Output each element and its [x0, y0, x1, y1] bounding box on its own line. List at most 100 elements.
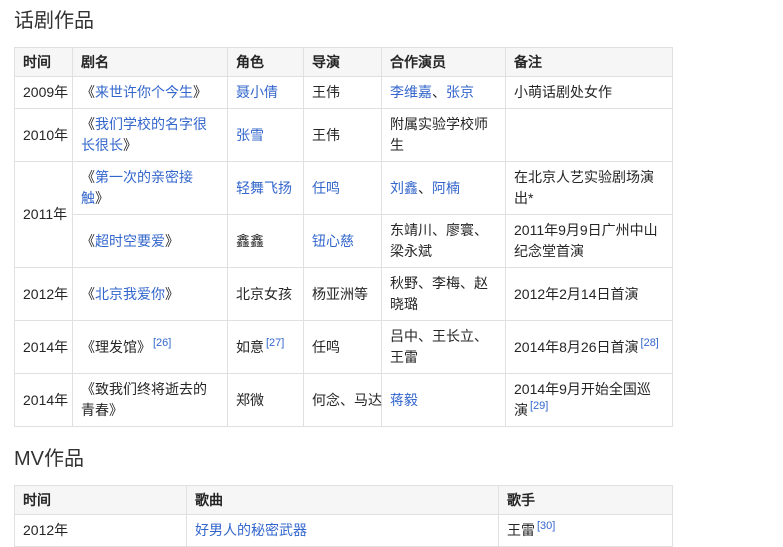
wiki-link[interactable]: 阿楠	[432, 180, 460, 196]
table-cell: 2012年	[15, 515, 187, 547]
table-cell: 东靖川、廖寰、梁永斌	[382, 215, 506, 268]
section-mv-works: MV作品 时间歌曲歌手 2012年 好男人的秘密武器 王雷[30]	[14, 446, 783, 547]
table-cell: 《来世许你个今生》	[73, 77, 228, 109]
column-header: 剧名	[73, 48, 228, 77]
cell-text: 吕中、王长立、王雷	[390, 328, 488, 365]
cell-text: 》	[123, 137, 137, 153]
table-row: 《超时空要爱》鑫鑫钮心慈东靖川、廖寰、梁永斌2011年9月9日广州中山纪念堂首演	[15, 215, 673, 268]
cell-text: 》	[95, 190, 109, 206]
table-cell: 《我们学校的名字很长很长》	[73, 109, 228, 162]
column-header: 导演	[304, 48, 382, 77]
cell-text: 》	[165, 286, 179, 302]
section-heading-mv-works: MV作品	[14, 446, 783, 472]
table-cell: 2010年	[15, 109, 73, 162]
wiki-link[interactable]: 来世许你个今生	[95, 84, 193, 100]
wiki-link[interactable]: 超时空要爱	[95, 233, 165, 249]
cell-text: 2011年9月9日广州中山纪念堂首演	[514, 222, 658, 259]
cell-text: 郑微	[236, 392, 264, 408]
header-row: 时间歌曲歌手	[15, 486, 673, 515]
cell-text: 王雷	[507, 522, 535, 538]
cell-text: 王伟	[312, 127, 340, 143]
cell-text: 2014年	[23, 392, 68, 408]
cell-text: 》	[165, 233, 179, 249]
wiki-link[interactable]: 北京我爱你	[95, 286, 165, 302]
cell-text: 》	[193, 84, 207, 100]
table-cell: 轻舞飞扬	[228, 162, 304, 215]
column-header: 合作演员	[382, 48, 506, 77]
cell-text: 如意	[236, 339, 264, 355]
cell-text: 2012年	[23, 286, 68, 302]
cell-text: 《	[81, 116, 95, 132]
wiki-link[interactable]: 好男人的秘密武器	[195, 522, 307, 538]
cell-text: 《	[81, 169, 95, 185]
cell-text: 、	[432, 84, 446, 100]
cell-text: 2011年	[23, 206, 67, 222]
table-cell: 《超时空要爱》	[73, 215, 228, 268]
ref-link[interactable]: [29]	[530, 400, 548, 412]
column-header: 备注	[506, 48, 673, 77]
table-cell: 王雷[30]	[499, 515, 673, 547]
table-cell: 吕中、王长立、王雷	[382, 321, 506, 374]
wiki-link[interactable]: 张京	[446, 84, 474, 100]
table-cell: 王伟	[304, 77, 382, 109]
wiki-link[interactable]: 钮心慈	[312, 233, 354, 249]
table-cell: 李维嘉、张京	[382, 77, 506, 109]
wiki-link[interactable]: 我们学校的名字很长很长	[81, 116, 207, 153]
section-heading-stage-plays: 话剧作品	[14, 8, 783, 34]
table-cell	[506, 109, 673, 162]
table-cell: 任鸣	[304, 321, 382, 374]
ref-link[interactable]: [30]	[537, 520, 555, 532]
cell-text: 附属实验学校师生	[390, 116, 488, 153]
ref-link[interactable]: [28]	[641, 337, 659, 349]
cell-text: 在北京人艺实验剧场演出*	[514, 169, 654, 206]
table-row: 2009年《来世许你个今生》聂小倩王伟李维嘉、张京小萌话剧处女作	[15, 77, 673, 109]
cell-text: 《致我们终将逝去的青春》	[81, 381, 207, 418]
table-cell: 秋野、李梅、赵晓璐	[382, 268, 506, 321]
wiki-link[interactable]: 李维嘉	[390, 84, 432, 100]
table-cell: 如意[27]	[228, 321, 304, 374]
cell-text: 2010年	[23, 127, 68, 143]
ref-link[interactable]: [26]	[153, 337, 171, 349]
table-row: 2010年《我们学校的名字很长很长》张雪王伟附属实验学校师生	[15, 109, 673, 162]
table-cell: 2012年	[15, 268, 73, 321]
ref-link[interactable]: [27]	[266, 337, 284, 349]
wiki-link[interactable]: 聂小倩	[236, 84, 278, 100]
cell-text: 北京女孩	[236, 286, 292, 302]
mv-works-table: 时间歌曲歌手 2012年 好男人的秘密武器 王雷[30]	[14, 485, 673, 547]
table-cell: 刘鑫、阿楠	[382, 162, 506, 215]
table-cell: 《致我们终将逝去的青春》	[73, 374, 228, 427]
cell-text: 2012年2月14日首演	[514, 286, 639, 302]
table-row: 2012年《北京我爱你》北京女孩杨亚洲等秋野、李梅、赵晓璐2012年2月14日首…	[15, 268, 673, 321]
table-cell: 任鸣	[304, 162, 382, 215]
table-cell: 《理发馆》[26]	[73, 321, 228, 374]
wiki-link[interactable]: 任鸣	[312, 180, 340, 196]
table-row: 2014年《致我们终将逝去的青春》郑微何念、马达蒋毅2014年9月开始全国巡演[…	[15, 374, 673, 427]
cell-text: 2012年	[23, 522, 68, 538]
cell-text: 《	[81, 286, 95, 302]
cell-text: 、	[418, 180, 432, 196]
column-header: 角色	[228, 48, 304, 77]
column-header: 歌手	[499, 486, 673, 515]
cell-text: 任鸣	[312, 339, 340, 355]
cell-text: 杨亚洲等	[312, 286, 368, 302]
table-cell: 2011年9月9日广州中山纪念堂首演	[506, 215, 673, 268]
table-cell: 《北京我爱你》	[73, 268, 228, 321]
cell-text: 小萌话剧处女作	[514, 84, 612, 100]
table-cell: 北京女孩	[228, 268, 304, 321]
table-cell: 郑微	[228, 374, 304, 427]
cell-text: 2009年	[23, 84, 68, 100]
table-cell: 2011年	[15, 162, 73, 268]
table-row: 2014年《理发馆》[26]如意[27]任鸣吕中、王长立、王雷2014年8月26…	[15, 321, 673, 374]
table-cell: 杨亚洲等	[304, 268, 382, 321]
wiki-link[interactable]: 刘鑫	[390, 180, 418, 196]
stage-plays-table: 时间剧名角色导演合作演员备注2009年《来世许你个今生》聂小倩王伟李维嘉、张京小…	[14, 47, 673, 427]
wiki-link[interactable]: 张雪	[236, 127, 264, 143]
table-cell: 2012年2月14日首演	[506, 268, 673, 321]
table-cell: 附属实验学校师生	[382, 109, 506, 162]
header-row: 时间剧名角色导演合作演员备注	[15, 48, 673, 77]
wiki-link[interactable]: 轻舞飞扬	[236, 180, 292, 196]
cell-text: 东靖川、廖寰、梁永斌	[390, 222, 488, 259]
wiki-link[interactable]: 蒋毅	[390, 392, 418, 408]
table-cell: 何念、马达	[304, 374, 382, 427]
table-cell: 2009年	[15, 77, 73, 109]
